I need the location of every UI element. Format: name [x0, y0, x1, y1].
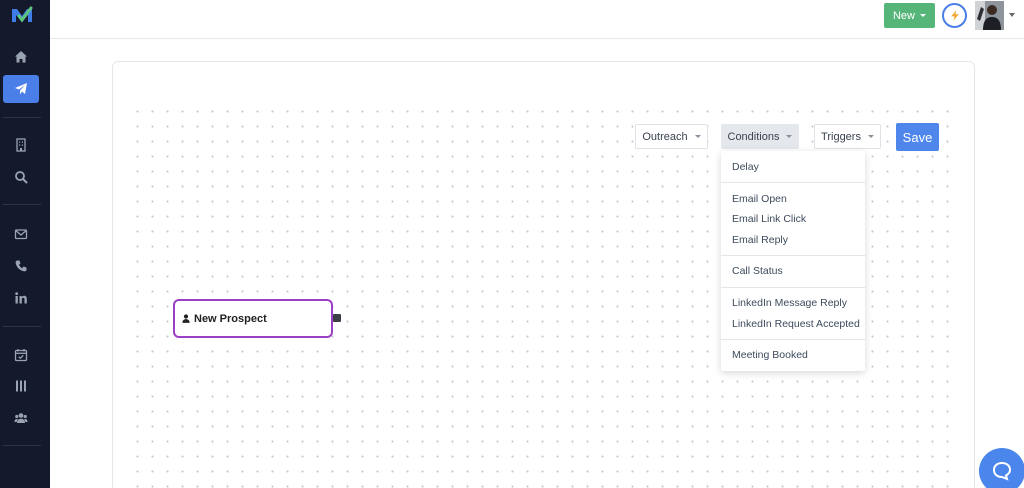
outreach-dropdown-label: Outreach	[642, 130, 688, 143]
chevron-down-icon[interactable]	[1009, 13, 1015, 17]
new-button-label: New	[892, 9, 915, 22]
sidebar-item-calendar[interactable]	[3, 341, 39, 369]
triggers-dropdown-label: Triggers	[821, 130, 861, 143]
sidebar-divider	[3, 117, 41, 118]
menu-item-email-open[interactable]: Email Open	[732, 193, 787, 205]
outreach-dropdown[interactable]: Outreach	[635, 124, 708, 149]
sidebar-divider	[3, 204, 41, 205]
workflow-node-new-prospect[interactable]: New Prospect	[173, 299, 333, 338]
chat-bubble-icon	[992, 461, 1012, 481]
phone-icon	[15, 260, 27, 272]
building-icon	[16, 138, 26, 152]
new-button[interactable]: New	[884, 3, 935, 28]
chat-widget-button[interactable]	[979, 448, 1024, 488]
sidebar-divider	[3, 445, 41, 446]
top-bar	[50, 0, 1024, 39]
conditions-dropdown[interactable]: Conditions	[721, 124, 799, 149]
sidebar-item-email[interactable]	[3, 220, 39, 248]
quick-actions-button[interactable]	[942, 3, 967, 28]
sidebar	[0, 0, 50, 488]
menu-item-call-status[interactable]: Call Status	[732, 265, 783, 277]
menu-item-delay[interactable]: Delay	[732, 161, 759, 173]
home-icon	[15, 51, 27, 63]
chevron-down-icon	[867, 135, 874, 138]
columns-icon	[16, 380, 26, 392]
sidebar-item-campaigns[interactable]	[3, 75, 39, 103]
sidebar-item-home[interactable]	[3, 43, 39, 71]
menu-item-meeting-booked[interactable]: Meeting Booked	[732, 349, 808, 361]
calendar-icon	[14, 349, 28, 362]
envelope-icon	[14, 229, 28, 240]
app-logo[interactable]	[11, 6, 33, 24]
triggers-dropdown[interactable]: Triggers	[814, 124, 881, 149]
menu-divider	[721, 255, 865, 256]
chevron-down-icon	[786, 135, 793, 138]
paper-plane-icon	[15, 83, 27, 95]
sidebar-divider	[3, 326, 41, 327]
user-avatar[interactable]	[975, 1, 1004, 30]
users-icon	[14, 413, 28, 423]
node-label: New Prospect	[194, 312, 267, 325]
chevron-down-icon	[694, 135, 701, 138]
menu-divider	[721, 339, 865, 340]
sidebar-item-calls[interactable]	[3, 252, 39, 280]
sidebar-item-team[interactable]	[3, 404, 39, 432]
menu-divider	[721, 182, 865, 183]
search-icon	[15, 171, 28, 184]
lightning-bolt-icon	[950, 10, 959, 21]
sidebar-item-pipeline[interactable]	[3, 372, 39, 400]
chevron-down-icon	[920, 14, 926, 17]
menu-item-linkedin-request-accepted[interactable]: LinkedIn Request Accepted	[732, 318, 860, 330]
menu-item-linkedin-message-reply[interactable]: LinkedIn Message Reply	[732, 297, 847, 309]
menu-divider	[721, 287, 865, 288]
node-output-port[interactable]	[333, 314, 341, 322]
save-button[interactable]: Save	[896, 123, 939, 151]
linkedin-icon	[15, 292, 27, 304]
conditions-menu: Delay Email Open Email Link Click Email …	[721, 151, 865, 371]
sidebar-item-search[interactable]	[3, 163, 39, 191]
menu-item-email-link-click[interactable]: Email Link Click	[732, 213, 806, 225]
sidebar-item-companies[interactable]	[3, 131, 39, 159]
menu-item-email-reply[interactable]: Email Reply	[732, 234, 788, 246]
conditions-dropdown-label: Conditions	[727, 130, 780, 143]
sidebar-item-linkedin[interactable]	[3, 284, 39, 312]
user-icon	[182, 314, 190, 323]
